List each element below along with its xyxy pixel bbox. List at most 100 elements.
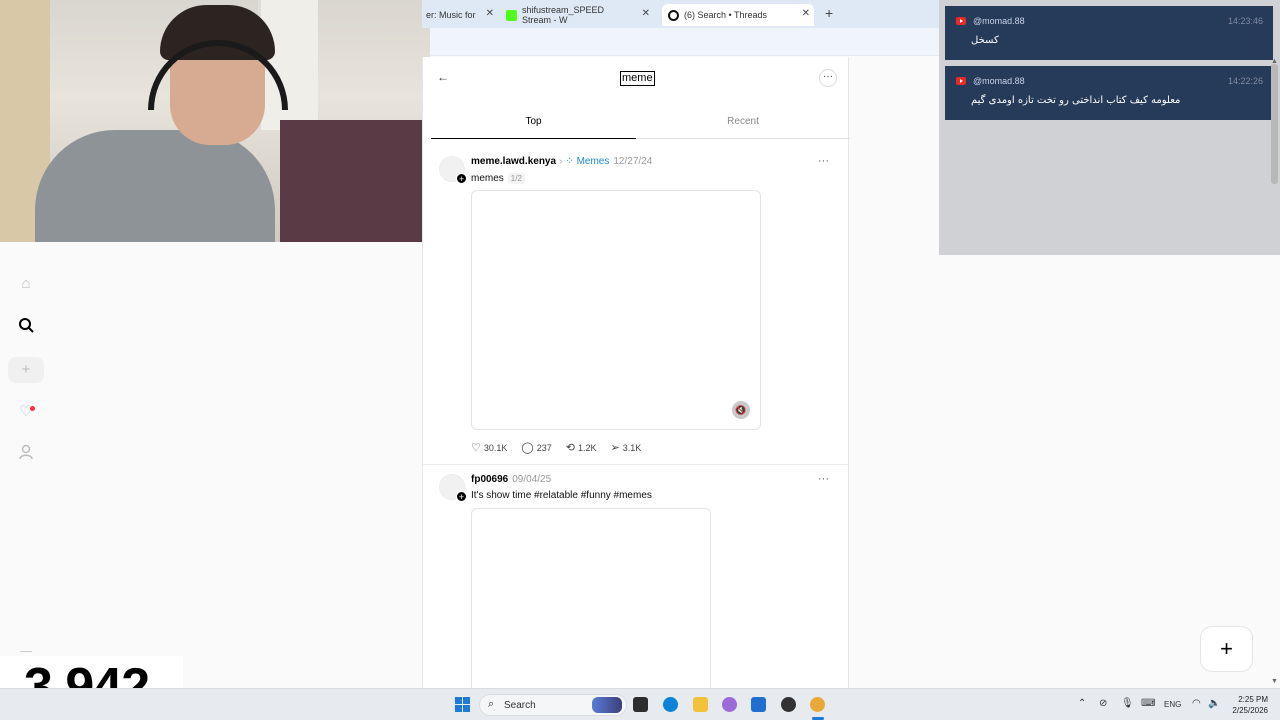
like-button[interactable]: ♡ 30.1K: [471, 441, 507, 454]
volume-icon[interactable]: 🔈: [1208, 698, 1220, 709]
tab-recent[interactable]: Recent: [636, 109, 850, 139]
chat-username: @momad.88: [973, 16, 1025, 26]
wifi-icon[interactable]: ◠: [1192, 698, 1201, 709]
post-text: memes 1/2: [471, 173, 525, 184]
share-button[interactable]: ➢ 3.1K: [610, 441, 641, 454]
chat-text: معلومه کیف کتاب انداختی رو تخت تازه اومد…: [971, 95, 1181, 106]
comment-icon: ◯: [521, 442, 534, 454]
post-actions: ♡ 30.1K ◯ 237 ⟲ 1.2K ➢ 3.1K: [471, 441, 641, 454]
post-image[interactable]: [471, 508, 711, 698]
browser-tab-music[interactable]: er: Music for ✕: [426, 4, 498, 26]
clock-time: 2:25 PM: [1238, 695, 1268, 704]
home-icon[interactable]: ⌂: [16, 274, 36, 294]
post-body: It's show time #relatable #funny #memes: [471, 490, 652, 501]
follow-plus-icon[interactable]: +: [456, 491, 467, 502]
post-body: memes: [471, 173, 504, 184]
store-icon[interactable]: [751, 697, 766, 712]
chat-text: کسخل: [971, 35, 999, 46]
chevron-right-icon: ›: [559, 156, 563, 167]
search-highlight-icon: [592, 697, 622, 713]
tab-top[interactable]: Top: [431, 109, 636, 139]
webcam-person-body: [35, 130, 275, 242]
search-icon[interactable]: [16, 317, 36, 337]
post-date: 12/27/24: [613, 156, 653, 167]
comment-count: 237: [536, 442, 552, 453]
create-post-button[interactable]: +: [1200, 626, 1253, 672]
kick-icon: [506, 9, 517, 21]
heart-icon[interactable]: ♡: [16, 402, 36, 422]
youtube-icon: [956, 77, 966, 85]
notification-dot: [30, 406, 35, 411]
keyboard-icon[interactable]: ⌨: [1141, 698, 1155, 709]
youtube-icon: [956, 17, 966, 25]
close-icon[interactable]: ✕: [486, 8, 494, 19]
follow-plus-icon[interactable]: +: [456, 173, 467, 184]
user-icon[interactable]: [16, 444, 36, 464]
task-view-icon[interactable]: [633, 697, 648, 712]
address-bar[interactable]: [430, 28, 940, 56]
media-count-badge: 1/2: [507, 173, 525, 184]
feed-tabs: Top Recent: [431, 109, 850, 139]
threads-sidebar: ⌂ + ♡: [0, 242, 422, 687]
copilot-icon[interactable]: [722, 697, 737, 712]
browser-tab-strip: er: Music for ✕ shifustream_SPEED Stream…: [422, 0, 940, 28]
post-date: 09/04/25: [512, 474, 552, 485]
heart-icon: ♡: [471, 442, 481, 454]
new-tab-button[interactable]: +: [825, 5, 833, 21]
chat-timestamp: 14:23:46: [1227, 16, 1263, 26]
browser-tab-threads[interactable]: (6) Search • Threads ✕: [662, 4, 814, 26]
windows-start-icon[interactable]: [455, 697, 470, 712]
page-scrollbar[interactable]: [1271, 64, 1278, 184]
webcam-bed: [280, 120, 430, 242]
chat-message: @momad.88 14:22:26 معلومه کیف کتاب انداخ…: [945, 66, 1273, 120]
close-icon[interactable]: ✕: [802, 8, 810, 19]
more-horizontal-icon[interactable]: ···: [818, 155, 829, 167]
network-off-icon[interactable]: ⊘: [1099, 698, 1107, 709]
chevron-up-icon[interactable]: ⌃: [1078, 698, 1086, 709]
avatar[interactable]: +: [439, 156, 467, 184]
threads-icon: [668, 9, 679, 21]
search-query[interactable]: meme: [620, 71, 655, 86]
tab-label: (6) Search • Threads: [684, 10, 768, 20]
more-horizontal-icon[interactable]: ···: [818, 473, 829, 485]
chat-username: @momad.88: [973, 76, 1025, 86]
edge-icon[interactable]: [663, 697, 678, 712]
windows-taskbar: ⌕ Search ⌃ ⊘ 🎙 ⌨ ENG ◠ 🔈 2:25 PM 2/25/20…: [0, 688, 1280, 720]
share-count: 3.1K: [622, 442, 642, 453]
scroll-down-arrow[interactable]: ▼: [1271, 678, 1278, 685]
post-username[interactable]: meme.lawd.kenya: [471, 156, 556, 167]
post-meta: fp00696 09/04/25: [471, 474, 551, 485]
microphone-icon[interactable]: 🎙: [1121, 698, 1134, 709]
taskbar-search-label: Search: [504, 700, 536, 711]
feed-header: ← meme ···: [423, 57, 848, 101]
browser-tab-kick[interactable]: shifustream_SPEED Stream - W ✕: [506, 4, 654, 26]
arrow-left-icon[interactable]: ←: [437, 70, 449, 84]
post-username[interactable]: fp00696: [471, 474, 508, 485]
tab-label: shifustream_SPEED Stream - W: [522, 5, 605, 25]
repost-count: 1.2K: [577, 442, 597, 453]
topic-label: Memes: [576, 156, 610, 167]
post-divider: [423, 464, 848, 465]
language-indicator[interactable]: ENG: [1164, 700, 1181, 709]
search-icon: ⌕: [488, 698, 495, 710]
chrome-icon[interactable]: [810, 697, 825, 712]
like-count: 30.1K: [483, 442, 508, 453]
obs-icon[interactable]: [781, 697, 796, 712]
send-icon: ➢: [610, 442, 620, 454]
mute-icon[interactable]: 🔇: [732, 401, 750, 419]
avatar[interactable]: +: [439, 474, 467, 502]
post-video[interactable]: 🔇: [471, 190, 761, 430]
close-icon[interactable]: ✕: [642, 8, 650, 19]
taskbar-search[interactable]: ⌕ Search: [479, 694, 627, 716]
clock-date: 2/25/2026: [1232, 706, 1268, 715]
taskbar-clock[interactable]: 2:25 PM 2/25/2026: [1228, 694, 1268, 716]
menu-icon[interactable]: [20, 651, 32, 652]
comment-button[interactable]: ◯ 237: [521, 441, 551, 454]
repost-button[interactable]: ⟲ 1.2K: [566, 441, 597, 454]
file-explorer-icon[interactable]: [693, 697, 708, 712]
more-horizontal-icon[interactable]: ···: [819, 69, 837, 87]
topic-tag[interactable]: ⁘ Memes: [565, 156, 609, 167]
webcam-overlay: [0, 0, 430, 242]
tab-label: er: Music for: [426, 10, 476, 20]
plus-icon[interactable]: +: [16, 360, 36, 380]
